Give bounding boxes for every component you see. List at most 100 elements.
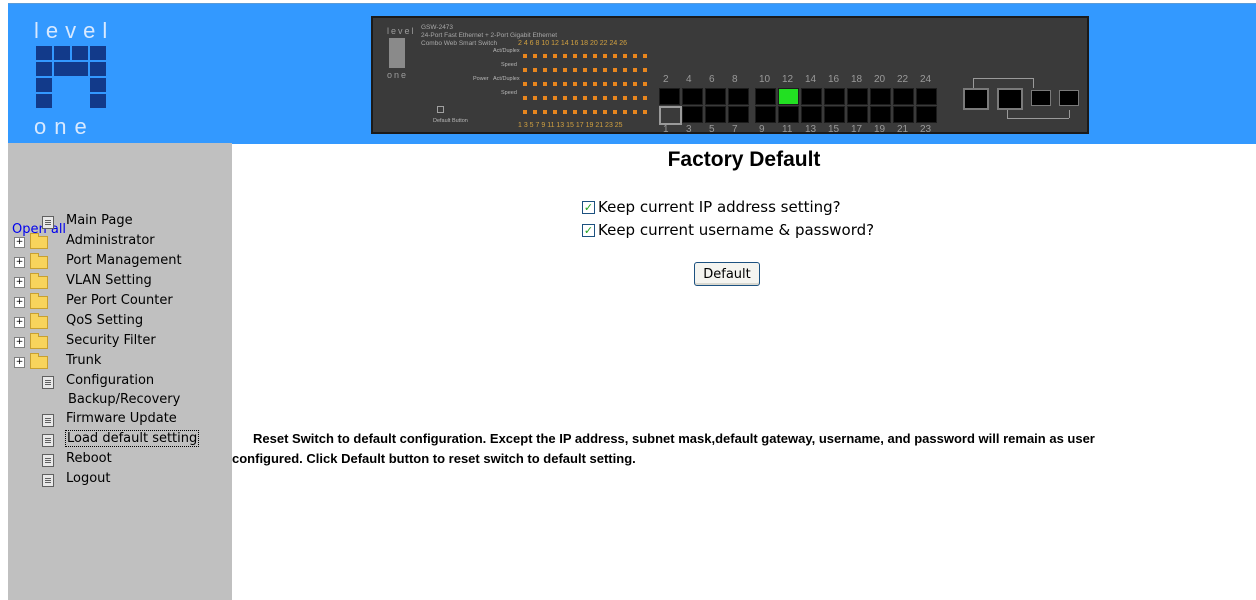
status-led	[573, 54, 577, 58]
logo-block	[90, 78, 106, 92]
ethernet-port	[824, 106, 845, 123]
status-led	[603, 82, 607, 86]
levelone-logo: level one	[32, 18, 122, 139]
sidebar-item-label: Security Filter	[66, 333, 156, 348]
folder-icon	[30, 273, 48, 289]
gigabit-port	[1059, 90, 1079, 106]
expand-icon[interactable]: +	[14, 237, 25, 248]
port-number-bottom: 19	[874, 124, 886, 135]
logo-block	[90, 62, 106, 76]
led-label-speed-2: Speed	[501, 90, 517, 96]
logo-block	[54, 46, 70, 60]
status-led	[613, 110, 617, 114]
status-led	[593, 110, 597, 114]
status-led	[583, 82, 587, 86]
panel-model-name: GSW-2473	[421, 24, 454, 31]
status-led	[583, 96, 587, 100]
status-led	[543, 68, 547, 72]
sidebar-item-label: Administrator	[66, 233, 155, 248]
port-number-top: 12	[782, 74, 794, 85]
sidebar-item-label: Load default setting	[65, 430, 200, 447]
status-led	[643, 68, 647, 72]
page-icon	[42, 434, 54, 447]
status-led	[563, 96, 567, 100]
status-led	[633, 110, 637, 114]
status-led	[613, 54, 617, 58]
ethernet-port	[682, 106, 703, 123]
expand-icon[interactable]: +	[14, 297, 25, 308]
sidebar-item-label: Main Page	[66, 213, 133, 228]
led-label-power: Power	[473, 76, 489, 82]
ethernet-port	[870, 106, 891, 123]
status-led	[593, 68, 597, 72]
panel-logo: level one	[387, 26, 414, 82]
port-number-bottom: 15	[828, 124, 840, 135]
status-led	[613, 82, 617, 86]
panel-logo-mark	[389, 38, 405, 68]
expand-icon[interactable]: +	[14, 277, 25, 288]
ethernet-port	[847, 106, 868, 123]
expand-icon[interactable]: +	[14, 357, 25, 368]
keep-credentials-checkbox[interactable]: ✓	[582, 224, 595, 237]
folder-icon	[30, 313, 48, 329]
sfp-port	[997, 88, 1023, 110]
panel-model-desc1: 24-Port Fast Ethernet + 2-Port Gigabit E…	[421, 32, 558, 39]
port-number-top: 22	[897, 74, 909, 85]
status-led	[573, 110, 577, 114]
port-number-bottom: 3	[686, 124, 692, 135]
status-led	[553, 110, 557, 114]
folder-icon	[30, 293, 48, 309]
ethernet-port	[916, 88, 937, 105]
status-led	[643, 54, 647, 58]
sidebar-item-label: Reboot	[66, 451, 112, 466]
led-bottom-numbers: 1 3 5 7 9 11 13 15 17 19 21 23 25	[518, 122, 623, 129]
status-led	[613, 96, 617, 100]
logo-block	[90, 46, 106, 60]
status-led	[543, 110, 547, 114]
port-number-top: 10	[759, 74, 771, 85]
port-number-top: 24	[920, 74, 932, 85]
expand-icon[interactable]: +	[14, 257, 25, 268]
page-icon	[42, 376, 54, 389]
combo-link-line	[973, 78, 974, 88]
status-led	[603, 54, 607, 58]
status-led	[593, 82, 597, 86]
page-icon	[42, 414, 54, 427]
ethernet-port	[824, 88, 845, 105]
logo-block	[36, 78, 52, 92]
port-number-bottom: 21	[897, 124, 909, 135]
status-led	[533, 82, 537, 86]
gigabit-port	[1031, 90, 1051, 106]
folder-icon	[30, 233, 48, 249]
port-number-top: 18	[851, 74, 863, 85]
default-button[interactable]: Default	[694, 262, 760, 286]
status-led	[643, 96, 647, 100]
port-number-top: 14	[805, 74, 817, 85]
keep-ip-checkbox[interactable]: ✓	[582, 201, 595, 214]
status-led	[623, 68, 627, 72]
default-button-label: Default Button	[433, 118, 468, 124]
status-led	[573, 96, 577, 100]
status-led	[613, 68, 617, 72]
ethernet-port	[755, 106, 776, 123]
panel-logo-bottom: one	[387, 70, 409, 80]
led-label-actduplex: Act/Duplex	[493, 48, 520, 54]
ethernet-port	[682, 88, 703, 105]
status-led	[553, 82, 557, 86]
status-led	[623, 96, 627, 100]
combo-link-line	[1007, 118, 1069, 119]
ethernet-port	[659, 106, 682, 125]
status-led	[523, 82, 527, 86]
ethernet-port	[778, 88, 799, 105]
combo-link-line	[973, 78, 1033, 79]
logo-text-top: level	[34, 18, 115, 43]
open-all-link[interactable]: Open all	[12, 222, 66, 237]
ethernet-port	[728, 88, 749, 105]
status-led	[563, 54, 567, 58]
ethernet-port	[801, 88, 822, 105]
expand-icon[interactable]: +	[14, 317, 25, 328]
status-led	[633, 96, 637, 100]
page-title: Factory Default	[667, 148, 821, 171]
status-led	[623, 110, 627, 114]
expand-icon[interactable]: +	[14, 337, 25, 348]
